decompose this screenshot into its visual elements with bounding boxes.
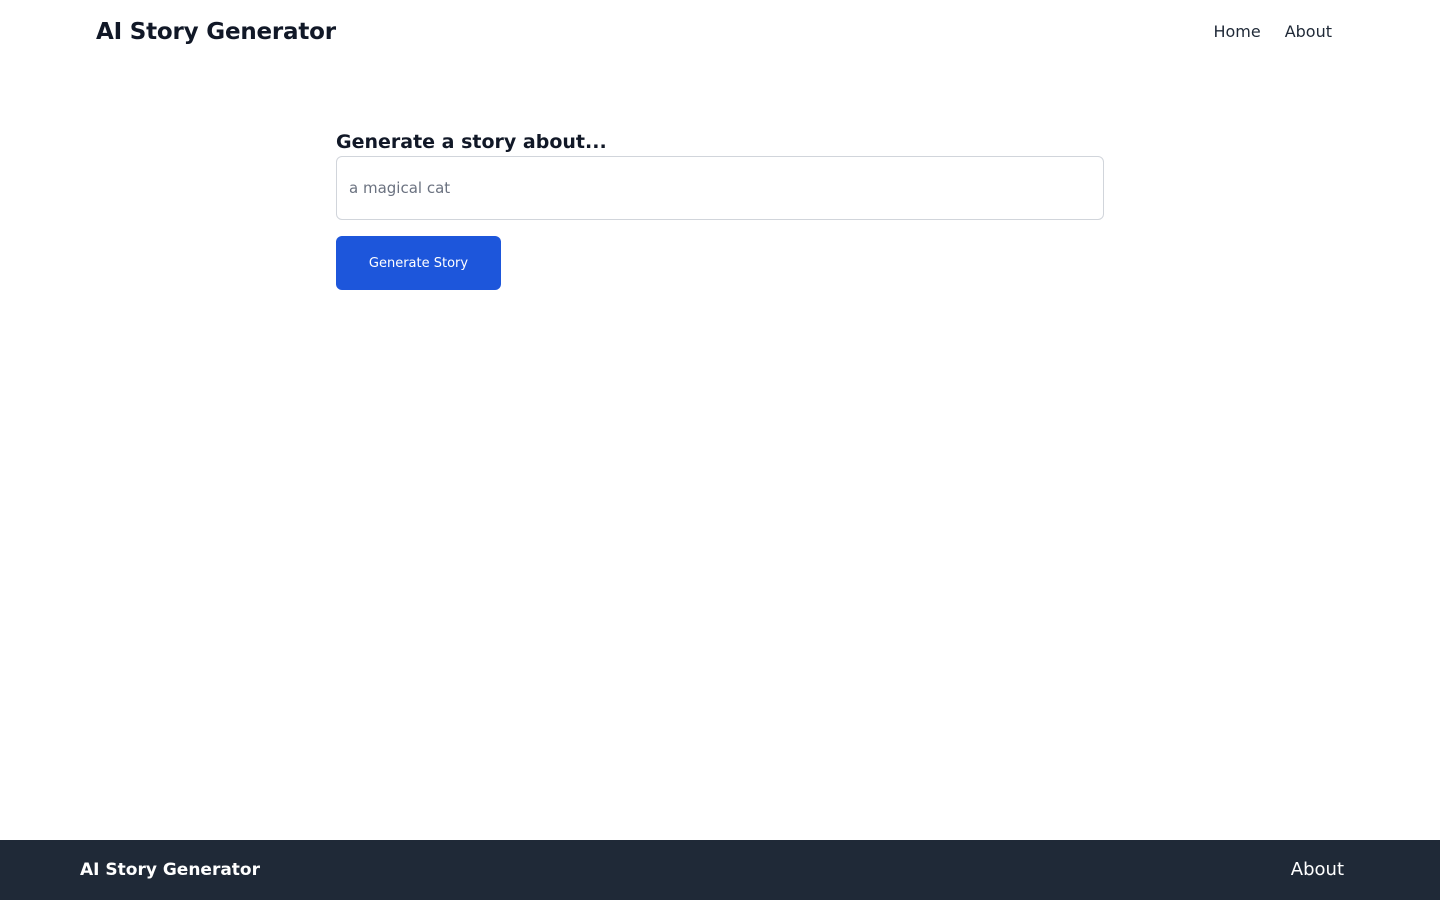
prompt-label: Generate a story about... [336, 131, 607, 153]
nav-about-link[interactable]: About [1285, 20, 1332, 44]
site-logo-link[interactable]: AI Story Generator [96, 16, 336, 48]
story-form: Generate a story about... Generate Story [336, 128, 1104, 290]
footer-about-link[interactable]: About [1291, 857, 1344, 883]
story-topic-input[interactable] [336, 156, 1104, 220]
footer-brand: AI Story Generator [80, 860, 260, 880]
main-nav: Home About [1213, 20, 1332, 44]
page: AI Story Generator Home About Generate a… [0, 0, 1440, 900]
site-footer: AI Story Generator About [0, 840, 1440, 900]
site-header: AI Story Generator Home About [0, 0, 1440, 64]
generate-story-button[interactable]: Generate Story [336, 236, 501, 290]
nav-home-link[interactable]: Home [1213, 20, 1260, 44]
